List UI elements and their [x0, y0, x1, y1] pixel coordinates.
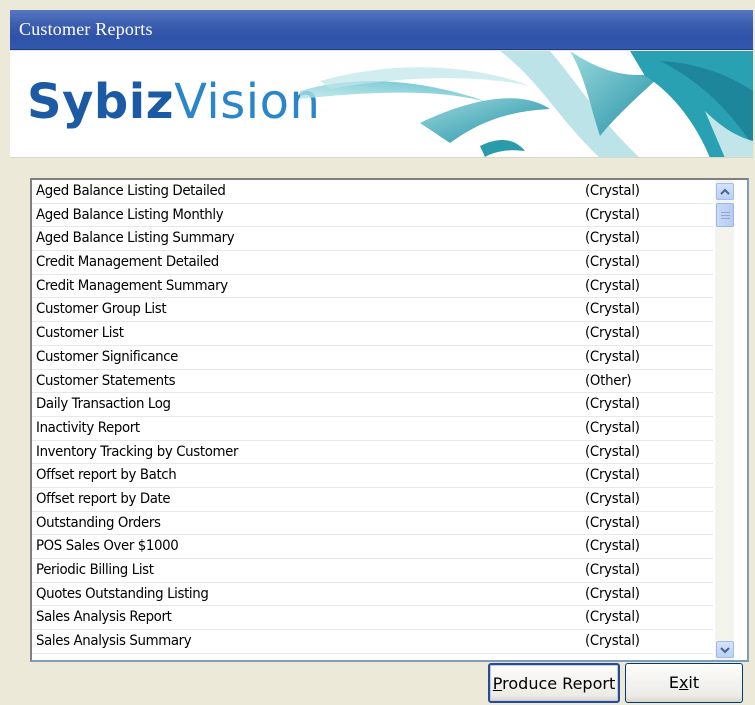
report-name: Daily Transaction Log: [36, 396, 171, 413]
list-item[interactable]: Inactivity Report (Crystal): [32, 417, 713, 441]
list-item[interactable]: Periodic Billing List (Crystal): [32, 559, 713, 583]
produce-report-button[interactable]: Produce Report: [488, 663, 620, 703]
brand-banner: SybizVision: [10, 51, 753, 158]
report-name: Credit Management Summary: [36, 277, 228, 294]
chevron-down-icon: [720, 647, 730, 654]
report-name: Customer Group List: [36, 301, 167, 318]
list-item[interactable]: Customer Group List (Crystal): [32, 298, 713, 323]
brand-logo-secondary: Vision: [174, 74, 321, 130]
chevron-up-icon: [720, 188, 730, 195]
report-type: (Other): [585, 372, 632, 389]
list-item[interactable]: Customer List (Crystal): [32, 322, 713, 346]
list-item[interactable]: Aged Balance Listing Summary (Crystal): [32, 227, 713, 252]
brand-logo-primary: Sybiz: [27, 74, 175, 130]
list-item[interactable]: Daily Transaction Log (Crystal): [32, 393, 713, 417]
list-item[interactable]: Credit Management Summary (Crystal): [32, 275, 713, 299]
exit-mnemonic: x: [678, 673, 689, 692]
report-name: Periodic Billing List: [36, 562, 154, 578]
report-name: Credit Management Detailed: [36, 254, 219, 271]
list-item[interactable]: POS Sales Over $1000 (Crystal): [32, 535, 713, 559]
report-type: (Crystal): [585, 490, 640, 507]
thumb-grip-line: [721, 212, 730, 213]
report-type: (Crystal): [585, 396, 640, 413]
report-rows: Aged Balance Listing Detailed (Crystal) Ag…: [32, 180, 713, 654]
report-type: (Crystal): [585, 633, 640, 650]
report-name: Inactivity Report: [36, 419, 140, 436]
exit-button[interactable]: Exit: [625, 663, 743, 703]
report-name: Customer List: [36, 325, 124, 342]
list-item[interactable]: Offset report by Date (Crystal): [32, 488, 713, 512]
report-name: Customer Significance: [36, 348, 179, 365]
list-item[interactable]: Sales Analysis Summary (Crystal): [32, 630, 713, 654]
report-name: Aged Balance Listing Monthly: [36, 206, 224, 223]
title-bar[interactable]: Customer Reports: [10, 10, 753, 50]
report-type: (Crystal): [585, 206, 640, 223]
report-list[interactable]: Aged Balance Listing Detailed (Crystal) Ag…: [30, 178, 749, 662]
scroll-down-button[interactable]: [716, 641, 734, 658]
customer-reports-window: Customer Reports SybizVision Aged Balanc…: [10, 10, 753, 705]
report-name: Sales Analysis Report: [36, 609, 172, 626]
report-name: Offset report by Date: [36, 490, 171, 507]
list-item[interactable]: Outstanding Orders (Crystal): [32, 512, 713, 536]
scroll-up-button[interactable]: [716, 183, 734, 200]
report-name: Aged Balance Listing Summary: [36, 230, 235, 247]
report-type: (Crystal): [585, 230, 640, 247]
report-name: Aged Balance Listing Detailed: [36, 183, 226, 199]
report-type: (Crystal): [585, 443, 640, 460]
banner-leaf-artwork: [300, 51, 753, 157]
report-type: (Crystal): [585, 467, 640, 484]
report-name: Offset report by Batch: [36, 467, 177, 484]
window-title: Customer Reports: [19, 19, 153, 39]
report-type: (Crystal): [585, 585, 640, 602]
report-type: (Crystal): [585, 277, 640, 294]
report-type: (Crystal): [585, 325, 640, 342]
report-type: (Crystal): [585, 562, 640, 578]
scroll-thumb[interactable]: [716, 203, 734, 227]
list-item[interactable]: Offset report by Batch (Crystal): [32, 464, 713, 488]
report-name: Inventory Tracking by Customer: [36, 443, 239, 460]
report-type: (Crystal): [585, 514, 640, 531]
vertical-scrollbar[interactable]: [715, 180, 734, 660]
report-name: Outstanding Orders: [36, 514, 161, 531]
brand-logo: SybizVision: [27, 74, 320, 130]
produce-report-label: roduce Report: [502, 674, 616, 693]
produce-report-mnemonic: P: [492, 674, 503, 693]
report-type: (Crystal): [585, 419, 640, 436]
list-item[interactable]: Inventory Tracking by Customer (Crystal): [32, 441, 713, 465]
list-item[interactable]: Sales Analysis Report (Crystal): [32, 606, 713, 631]
thumb-grip-line: [721, 215, 730, 216]
exit-label-start: E: [668, 673, 679, 692]
report-name: Customer Statements: [36, 372, 176, 389]
report-type: (Crystal): [585, 609, 640, 626]
thumb-grip-line: [721, 218, 730, 219]
report-type: (Crystal): [585, 301, 640, 318]
list-item[interactable]: Credit Management Detailed (Crystal): [32, 251, 713, 275]
report-name: Quotes Outstanding Listing: [36, 585, 209, 602]
report-type: (Crystal): [585, 538, 640, 555]
list-item[interactable]: Quotes Outstanding Listing (Crystal): [32, 583, 713, 607]
report-name: Sales Analysis Summary: [36, 633, 192, 650]
report-name: POS Sales Over $1000: [36, 538, 179, 555]
list-item[interactable]: Customer Statements (Other): [32, 370, 713, 394]
report-type: (Crystal): [585, 254, 640, 271]
exit-label-end: it: [688, 673, 700, 692]
list-item[interactable]: Customer Significance (Crystal): [32, 346, 713, 370]
list-item[interactable]: Aged Balance Listing Detailed (Crystal): [32, 180, 713, 204]
report-type: (Crystal): [585, 183, 640, 199]
list-item[interactable]: Aged Balance Listing Monthly (Crystal): [32, 204, 713, 228]
report-type: (Crystal): [585, 348, 640, 365]
